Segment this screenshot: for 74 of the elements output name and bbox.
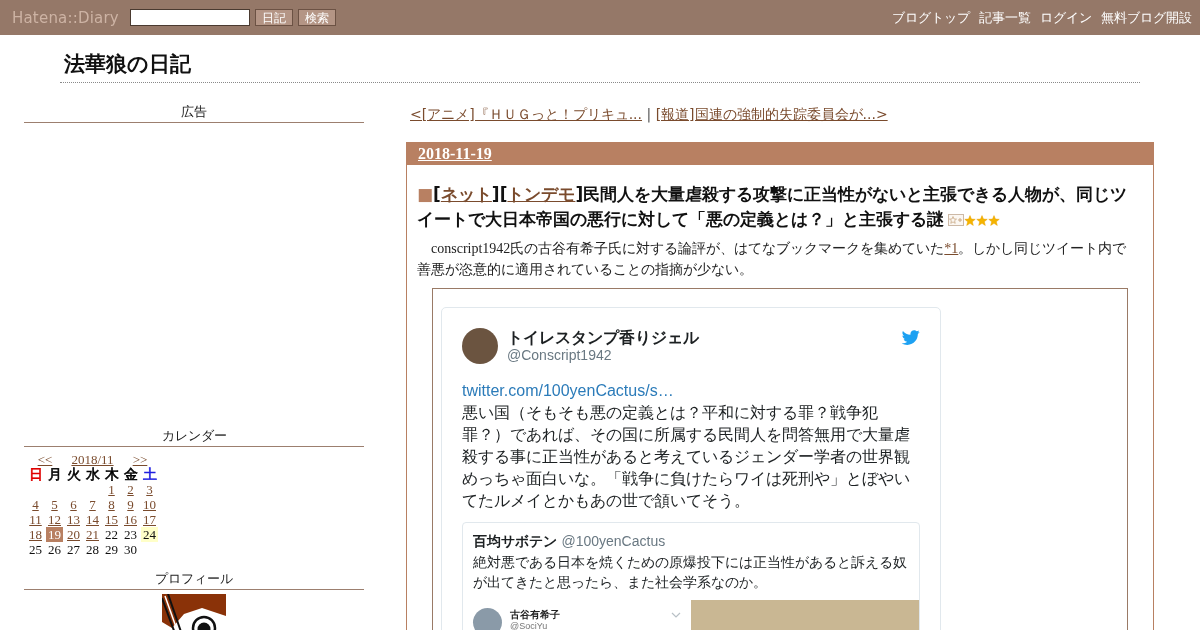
calendar-day: 29 [104, 542, 119, 557]
calendar-day[interactable]: 13 [66, 512, 81, 527]
calendar-day[interactable]: 12 [47, 512, 62, 527]
star-icon[interactable] [976, 215, 988, 226]
month-link[interactable]: 2018/11 [64, 452, 121, 467]
calendar-day[interactable]: 21 [85, 527, 100, 542]
weekday-label: 火 [66, 466, 81, 482]
calendar-day: 24 [141, 527, 158, 542]
calendar-day: 26 [47, 542, 62, 557]
star-icon[interactable] [988, 215, 1000, 226]
tweet-card[interactable] [441, 307, 941, 630]
entry-text: conscript1942氏の古谷有希子氏に対する論評が、はてなブックマークを集めていた*1。しかし同じツイート内で善悪が恣意的に適用されていることの指摘が少ない。 [417, 240, 1128, 279]
calendar-day[interactable]: 7 [88, 497, 97, 512]
weekday-label: 水 [85, 466, 100, 482]
calendar-day[interactable]: 20 [66, 527, 81, 542]
weekday-label: 金 [123, 466, 138, 482]
calendar-day: 28 [85, 542, 100, 557]
header-link[interactable]: 記事一覧 [979, 8, 1031, 27]
search-field[interactable] [129, 9, 250, 26]
weekday-label: 月 [47, 466, 62, 482]
calendar-day: 23 [123, 527, 138, 542]
calendar-day[interactable]: 8 [107, 497, 116, 512]
avatar-icon [473, 608, 502, 630]
footnote-link[interactable]: *1 [944, 241, 959, 256]
calendar-day[interactable]: 11 [28, 512, 43, 527]
header-link[interactable]: ブログトップ [892, 8, 970, 27]
tweet-text: 悪い国（そもそも悪の定義とは？平和に対する罪？戦争犯罪？）であれば、その国に所属する民間人を問答無用で大量虐殺する事に正当性があると考えているジェンダー学者の世界観めっちゃ面白いな。「戦争に負けたらワイは死刑や」とぼやいてたルメイとかもあの世で頷いてそう。 [462, 403, 911, 511]
bird-icon[interactable] [901, 330, 920, 346]
calendar-day[interactable]: 2 [126, 482, 135, 497]
header-link[interactable]: ログイン [1040, 8, 1092, 27]
blog-title[interactable]: 法華狼の日記 [64, 51, 191, 77]
calendar-day: 30 [123, 542, 138, 557]
entry-title: ■[ネット][トンデモ]民間人を大量虐殺する攻撃に正当性がないと主張できる人物が、同じツイートで大日本帝国の悪行に対して「悪の定義とは？」と主張する謎 [417, 183, 1129, 231]
quoted-text: 絶対悪である日本を焼くための原爆投下には正当性があると訴える奴が出てきたと思ったら、また社会学系なのか。 [473, 553, 908, 592]
calendar-day[interactable]: 1 [107, 482, 116, 497]
previous-entry-link[interactable]: <[アニメ]『ＨＵＧっと！プリキュ... [410, 106, 642, 122]
calendar-day[interactable]: 6 [69, 497, 78, 512]
calendar-day[interactable]: 3 [145, 482, 154, 497]
calendar-day[interactable]: 17 [142, 512, 157, 527]
category-link[interactable]: [トンデモ] [499, 184, 584, 204]
weekday-label: 土 [142, 466, 157, 482]
quoted-author: 百均サボテン [473, 533, 557, 549]
tweet-author[interactable]: トイレスタンプ香りジェル [507, 328, 699, 347]
calendar-day[interactable]: 14 [85, 512, 100, 527]
section-heading: カレンダー [161, 428, 227, 443]
weekday-label: 日 [28, 466, 43, 482]
calendar-day[interactable]: 10 [142, 497, 157, 512]
calendar-day[interactable]: 4 [31, 497, 40, 512]
chevron-icon [671, 612, 681, 618]
quoted-handle: @100yenCactus [561, 533, 666, 549]
pager-separator: | [646, 106, 652, 122]
next-month-link[interactable]: >> [121, 452, 159, 467]
tweet-link[interactable]: twitter.com/100yenCactus/s… [462, 380, 674, 402]
calendar-day: 25 [28, 542, 43, 557]
tweet-handle[interactable]: @Conscript1942 [507, 347, 699, 364]
header-link[interactable]: 無料ブログ開設 [1101, 8, 1192, 27]
weekday-label: 木 [104, 466, 119, 482]
calendar-day[interactable]: 18 [28, 527, 43, 542]
section-heading: プロフィール [155, 571, 233, 586]
quoted-tweet-card[interactable]: 百均サボテン @100yenCactus 絶対悪である日本を焼くための原爆投下には正当性があると訴える奴が出てきたと思ったら、また社会学系なのか。 古谷有希子 @SociYu [462, 522, 920, 630]
calendar-day: 22 [104, 527, 119, 542]
calendar-day[interactable]: 15 [104, 512, 119, 527]
screenshot-author: 古谷有希子 [510, 608, 560, 621]
avatar-icon[interactable] [462, 328, 498, 364]
previous-month-link[interactable]: << [26, 452, 64, 467]
star-icon[interactable] [964, 215, 976, 226]
category-link[interactable]: [ネット] [433, 184, 500, 204]
next-entry-link[interactable]: [報道]国連の強制的失踪委員会が...> [655, 106, 888, 122]
calendar-day: 27 [66, 542, 81, 557]
section-heading: 広告 [181, 104, 207, 119]
screenshot-handle: @SociYu [510, 621, 549, 630]
calendar-day[interactable]: 9 [126, 497, 135, 512]
calendar-day[interactable]: 5 [50, 497, 59, 512]
calendar-day[interactable]: 16 [123, 512, 138, 527]
